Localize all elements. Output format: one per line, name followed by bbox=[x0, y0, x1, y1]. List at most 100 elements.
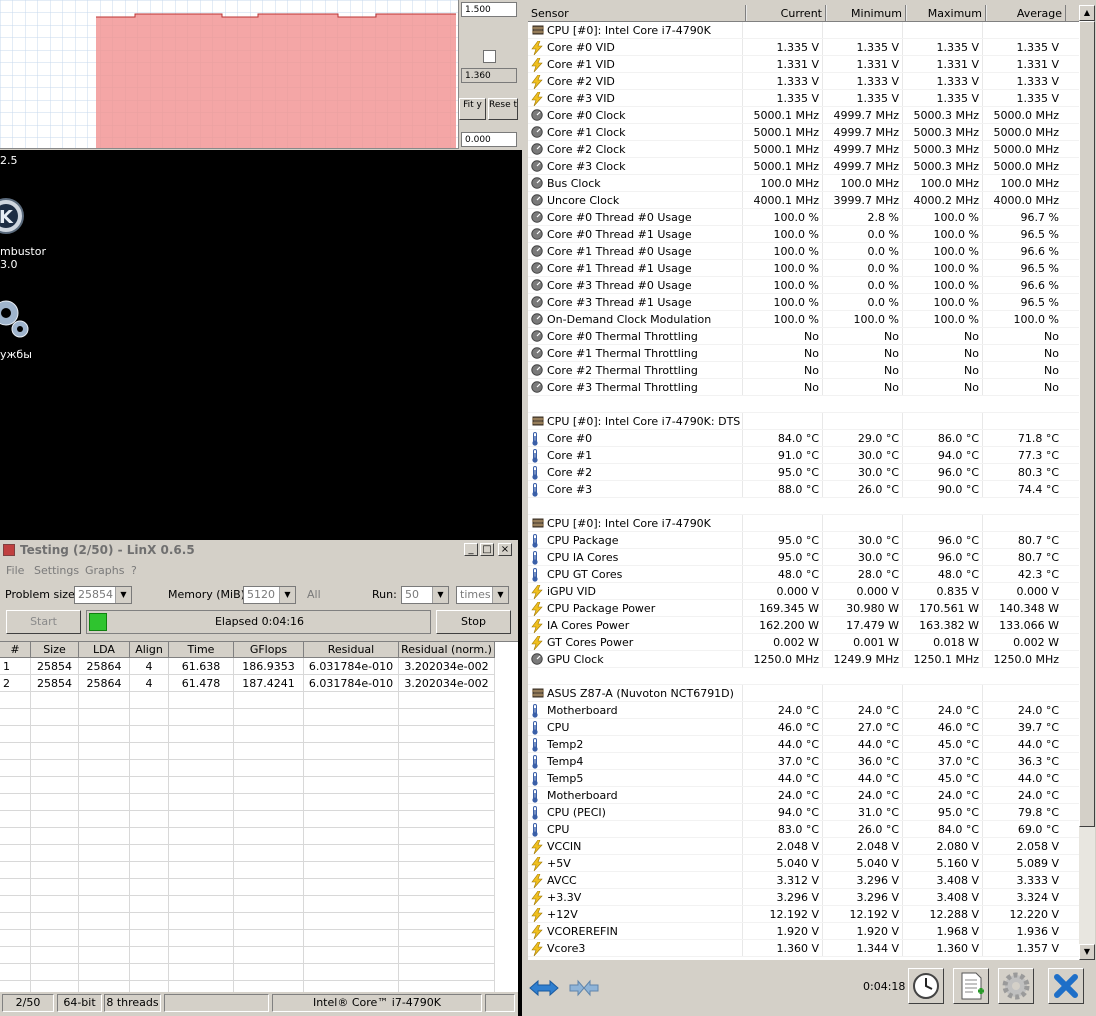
sensor-row[interactable]: +3.3V 3.296 V 3.296 V 3.408 V 3.324 V bbox=[528, 889, 1079, 906]
graph-max-field[interactable]: 1.500 bbox=[461, 2, 517, 17]
sensor-row[interactable]: Core #3 VID 1.335 V 1.335 V 1.335 V 1.335 V bbox=[528, 90, 1079, 107]
sensor-row[interactable]: Vcore3 1.360 V 1.344 V 1.360 V 1.357 V bbox=[528, 940, 1079, 957]
sensor-row[interactable]: CPU IA Cores 95.0 °C 30.0 °C 96.0 °C 80.7 °C bbox=[528, 549, 1079, 566]
empty-table-row[interactable] bbox=[0, 946, 495, 964]
fit-y-button[interactable]: Fit y bbox=[459, 98, 486, 120]
sensor-row[interactable]: VCOREREFIN 1.920 V 1.920 V 1.968 V 1.936 V bbox=[528, 923, 1079, 940]
collapse-columns-button[interactable] bbox=[568, 972, 600, 1004]
col-minimum[interactable]: Minimum bbox=[826, 5, 906, 21]
sensor-row[interactable]: CPU (PECI) 94.0 °C 31.0 °C 95.0 °C 79.8 °C bbox=[528, 804, 1079, 821]
graph-min-field[interactable]: 0.000 bbox=[461, 132, 517, 147]
sensor-row[interactable]: Uncore Clock 4000.1 MHz 3999.7 MHz 4000.2 M… bbox=[528, 192, 1079, 209]
sensor-row[interactable]: AVCC 3.312 V 3.296 V 3.408 V 3.333 V bbox=[528, 872, 1079, 889]
sensor-row[interactable]: Core #1 Thread #1 Usage 100.0 % 0.0 % 100.0… bbox=[528, 260, 1079, 277]
empty-table-row[interactable] bbox=[0, 759, 495, 777]
empty-table-row[interactable] bbox=[0, 980, 495, 992]
graph-checkbox[interactable] bbox=[483, 50, 496, 63]
col-gflops[interactable]: GFlops bbox=[233, 642, 304, 658]
sensor-row[interactable]: Temp5 44.0 °C 44.0 °C 45.0 °C 44.0 °C bbox=[528, 770, 1079, 787]
sensor-row[interactable]: CPU Package Power 169.345 W 30.980 W 170.56… bbox=[528, 600, 1079, 617]
sensor-row[interactable]: Core #3 Clock 5000.1 MHz 4999.7 MHz 5000.3 … bbox=[528, 158, 1079, 175]
sensor-row[interactable]: Temp2 44.0 °C 44.0 °C 45.0 °C 44.0 °C bbox=[528, 736, 1079, 753]
col-lda[interactable]: LDA bbox=[78, 642, 130, 658]
sensor-scrollbar[interactable]: ▲ ▼ bbox=[1079, 5, 1095, 960]
empty-table-row[interactable] bbox=[0, 793, 495, 811]
sensor-row[interactable]: Core #1 Thermal Throttling No No No No bbox=[528, 345, 1079, 362]
sensor-row[interactable]: CPU Package 95.0 °C 30.0 °C 96.0 °C 80.7 °C bbox=[528, 532, 1079, 549]
sensor-row[interactable]: Motherboard 24.0 °C 24.0 °C 24.0 °C 24.0 °C bbox=[528, 787, 1079, 804]
empty-table-row[interactable] bbox=[0, 776, 495, 794]
empty-table-row[interactable] bbox=[0, 895, 495, 913]
menu-file[interactable]: File bbox=[6, 564, 24, 577]
minimize-button[interactable]: _ bbox=[464, 543, 478, 556]
run-count-combo[interactable]: 50 ▼ bbox=[401, 586, 449, 604]
col-index[interactable]: # bbox=[0, 642, 31, 658]
reset-button[interactable]: Rese t bbox=[488, 98, 518, 120]
sensor-row[interactable]: Core #0 84.0 °C 29.0 °C 86.0 °C 71.8 °C bbox=[528, 430, 1079, 447]
close-sensors-button[interactable] bbox=[1048, 968, 1084, 1004]
sensor-row[interactable]: CPU 83.0 °C 26.0 °C 84.0 °C 69.0 °C bbox=[528, 821, 1079, 838]
empty-table-row[interactable] bbox=[0, 912, 495, 930]
sensor-row[interactable]: Core #0 Clock 5000.1 MHz 4999.7 MHz 5000.3 … bbox=[528, 107, 1079, 124]
sensor-row[interactable]: Core #0 Thread #1 Usage 100.0 % 0.0 % 100.0… bbox=[528, 226, 1079, 243]
sensor-group-header[interactable]: CPU [#0]: Intel Core i7-4790K: DTS bbox=[528, 413, 1079, 430]
sensor-row[interactable]: Bus Clock 100.0 MHz 100.0 MHz 100.0 MHz 100.… bbox=[528, 175, 1079, 192]
sensor-row[interactable]: Core #1 VID 1.331 V 1.331 V 1.331 V 1.331 V bbox=[528, 56, 1079, 73]
col-residual[interactable]: Residual bbox=[303, 642, 399, 658]
sensor-row[interactable]: iGPU VID 0.000 V 0.000 V 0.835 V 0.000 V bbox=[528, 583, 1079, 600]
run-unit-combo[interactable]: times ▼ bbox=[456, 586, 509, 604]
problem-size-combo[interactable]: 25854 ▼ bbox=[74, 586, 132, 604]
gears-desktop-icon[interactable] bbox=[0, 295, 32, 343]
timer-button[interactable] bbox=[908, 968, 944, 1004]
empty-table-row[interactable] bbox=[0, 844, 495, 862]
maximize-button[interactable]: □ bbox=[480, 543, 494, 556]
sensor-row[interactable]: Motherboard 24.0 °C 24.0 °C 24.0 °C 24.0 °C bbox=[528, 702, 1079, 719]
linx-titlebar[interactable]: Testing (2/50) - LinX 0.6.5 _ □ × bbox=[0, 540, 518, 560]
sensor-row[interactable]: Core #2 Clock 5000.1 MHz 4999.7 MHz 5000.3 … bbox=[528, 141, 1079, 158]
sensor-row[interactable]: Core #0 Thermal Throttling No No No No bbox=[528, 328, 1079, 345]
sensor-row[interactable]: +12V 12.192 V 12.192 V 12.288 V 12.220 V bbox=[528, 906, 1079, 923]
table-row[interactable]: 2 25854 25864 4 61.478 187.4241 6.031784e-010 3… bbox=[0, 674, 495, 692]
sensor-row[interactable]: Core #1 91.0 °C 30.0 °C 94.0 °C 77.3 °C bbox=[528, 447, 1079, 464]
empty-table-row[interactable] bbox=[0, 861, 495, 879]
sensor-group-header[interactable]: CPU [#0]: Intel Core i7-4790K bbox=[528, 22, 1079, 39]
sensor-row[interactable]: Core #0 VID 1.335 V 1.335 V 1.335 V 1.335 V bbox=[528, 39, 1079, 56]
sensor-row[interactable]: Core #3 Thread #1 Usage 100.0 % 0.0 % 100.0… bbox=[528, 294, 1079, 311]
sensor-row[interactable]: Core #3 88.0 °C 26.0 °C 90.0 °C 74.4 °C bbox=[528, 481, 1079, 498]
sensor-row[interactable]: Core #1 Clock 5000.1 MHz 4999.7 MHz 5000.3 … bbox=[528, 124, 1079, 141]
sensor-row[interactable]: Core #2 95.0 °C 30.0 °C 96.0 °C 80.3 °C bbox=[528, 464, 1079, 481]
log-file-button[interactable] bbox=[953, 968, 989, 1004]
sensor-row[interactable]: Core #2 VID 1.333 V 1.333 V 1.333 V 1.333 V bbox=[528, 73, 1079, 90]
furmark-desktop-icon[interactable]: K bbox=[0, 196, 26, 236]
col-align[interactable]: Align bbox=[129, 642, 169, 658]
sensor-row[interactable]: Core #2 Thermal Throttling No No No No bbox=[528, 362, 1079, 379]
sensor-row[interactable]: Core #3 Thermal Throttling No No No No bbox=[528, 379, 1079, 396]
menu-help[interactable]: ? bbox=[131, 564, 137, 577]
col-time[interactable]: Time bbox=[168, 642, 234, 658]
sensor-group-header[interactable]: CPU [#0]: Intel Core i7-4790K bbox=[528, 515, 1079, 532]
start-button[interactable]: Start bbox=[6, 610, 81, 634]
empty-table-row[interactable] bbox=[0, 878, 495, 896]
sensor-row[interactable]: CPU GT Cores 48.0 °C 28.0 °C 48.0 °C 42.3 °C bbox=[528, 566, 1079, 583]
sensor-row[interactable]: IA Cores Power 162.200 W 17.479 W 163.382 W… bbox=[528, 617, 1079, 634]
scroll-down-icon[interactable]: ▼ bbox=[1079, 944, 1095, 960]
empty-table-row[interactable] bbox=[0, 725, 495, 743]
col-current[interactable]: Current bbox=[746, 5, 826, 21]
empty-table-row[interactable] bbox=[0, 691, 495, 709]
menu-graphs[interactable]: Graphs bbox=[85, 564, 124, 577]
all-checkbox-label[interactable]: All bbox=[307, 588, 321, 601]
table-row[interactable]: 1 25854 25864 4 61.638 186.9353 6.031784e-010 3… bbox=[0, 657, 495, 675]
sensor-row[interactable]: Temp4 37.0 °C 36.0 °C 37.0 °C 36.3 °C bbox=[528, 753, 1079, 770]
empty-table-row[interactable] bbox=[0, 963, 495, 981]
col-sensor[interactable]: Sensor bbox=[528, 5, 746, 21]
empty-table-row[interactable] bbox=[0, 827, 495, 845]
stop-button[interactable]: Stop bbox=[436, 610, 511, 634]
empty-table-row[interactable] bbox=[0, 742, 495, 760]
sensor-row[interactable]: Core #0 Thread #0 Usage 100.0 % 2.8 % 100.0… bbox=[528, 209, 1079, 226]
empty-table-row[interactable] bbox=[0, 708, 495, 726]
empty-table-row[interactable] bbox=[0, 929, 495, 947]
col-average[interactable]: Average bbox=[986, 5, 1066, 21]
col-residual-norm[interactable]: Residual (norm.) bbox=[398, 642, 495, 658]
sensor-row[interactable]: Core #1 Thread #0 Usage 100.0 % 0.0 % 100.0… bbox=[528, 243, 1079, 260]
sensor-row[interactable]: GT Cores Power 0.002 W 0.001 W 0.018 W 0.002… bbox=[528, 634, 1079, 651]
